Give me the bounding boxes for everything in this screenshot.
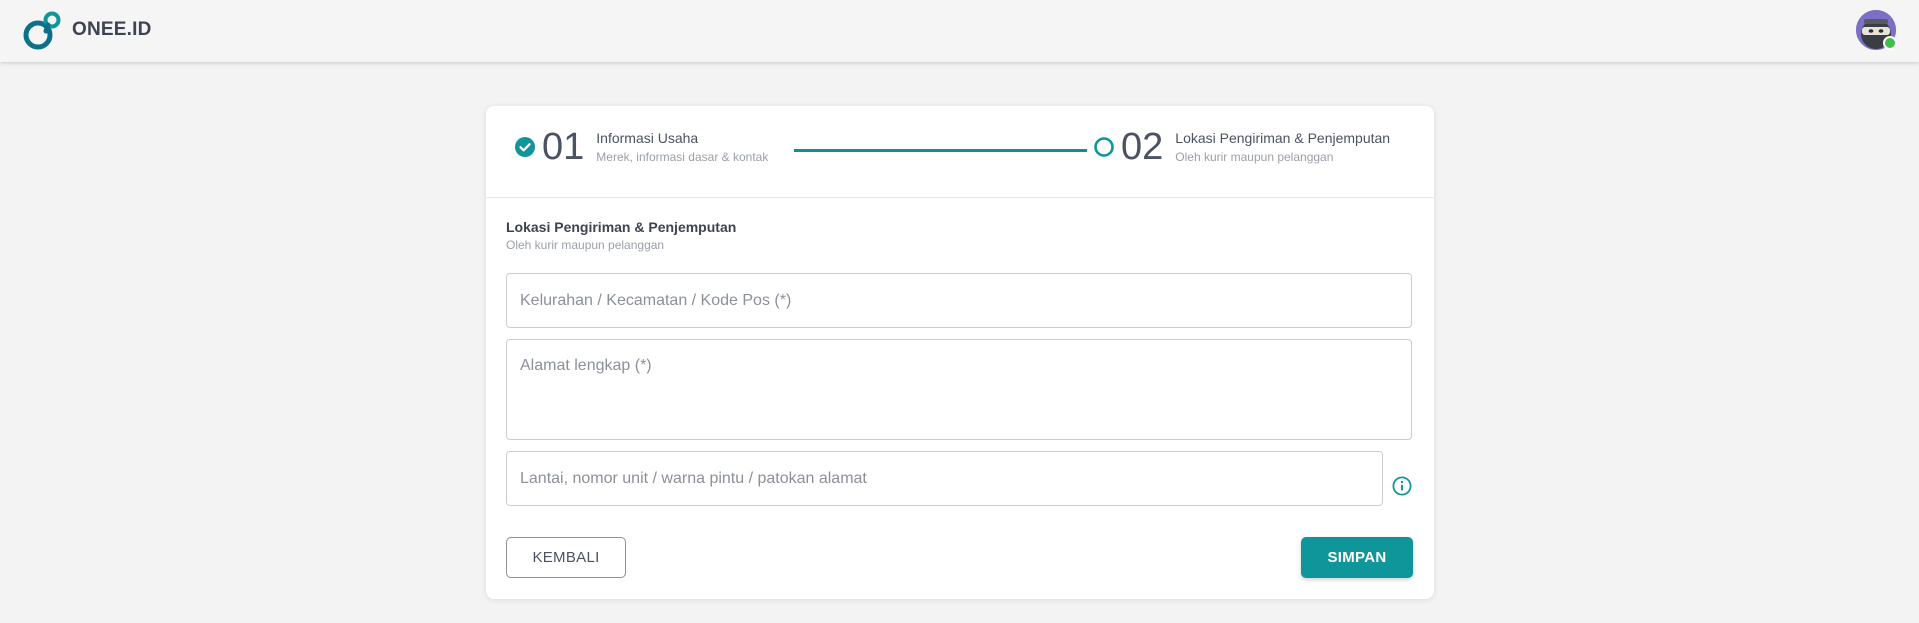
step-1-number: 01 [542,126,585,168]
area-field [506,273,1412,328]
business-setup-card: 01 Informasi Usaha Merek, informasi dasa… [486,106,1434,599]
step-2-title: Lokasi Pengiriman & Penjemputan [1175,130,1391,146]
detail-field [506,451,1383,506]
step-2[interactable]: 02 Lokasi Pengiriman & Penjemputan Oleh … [1093,128,1390,166]
top-navbar: ONEE.ID [0,0,1919,62]
step-1-title: Informasi Usaha [596,130,699,146]
online-status-dot [1883,36,1897,50]
area-input[interactable] [507,274,1411,327]
infinity-link-logo-icon [23,11,61,50]
info-button[interactable] [1391,475,1413,497]
step-1-subtitle: Merek, informasi dasar & kontak [596,150,769,164]
step-2-number: 02 [1121,126,1164,168]
back-button[interactable]: KEMBALI [506,537,626,578]
address-detail-input[interactable] [507,452,1382,505]
stepper: 01 Informasi Usaha Merek, informasi dasa… [486,106,1434,198]
address-field [506,339,1412,440]
save-button[interactable]: SIMPAN [1301,537,1413,578]
section-title: Lokasi Pengiriman & Penjemputan [506,219,737,235]
brand-logo[interactable]: ONEE.ID [22,9,152,51]
brand-name: ONEE.ID [72,19,152,40]
user-avatar[interactable] [1856,10,1897,50]
address-textarea[interactable] [507,340,1411,439]
circle-outline-icon [1094,137,1114,157]
step-1[interactable]: 01 Informasi Usaha Merek, informasi dasa… [514,128,768,166]
check-circle-icon [515,137,535,157]
step-connector-line [794,149,1087,152]
step-2-subtitle: Oleh kurir maupun pelanggan [1175,150,1334,164]
info-circle-icon [1392,476,1412,496]
section-subtitle: Oleh kurir maupun pelanggan [506,238,665,252]
